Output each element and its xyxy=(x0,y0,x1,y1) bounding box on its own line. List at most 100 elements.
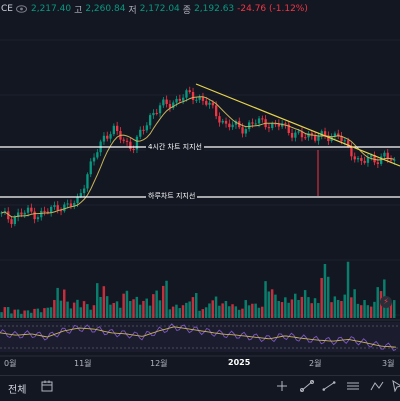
open-value: 2,217.40 xyxy=(30,4,72,14)
volume-bar xyxy=(122,293,125,318)
candle xyxy=(307,133,310,138)
volume-bar xyxy=(36,308,40,318)
candle xyxy=(56,205,59,211)
volume-bar xyxy=(191,297,195,318)
volume-bar xyxy=(327,276,330,318)
volume-bar xyxy=(270,289,274,318)
volume-bar xyxy=(287,302,290,318)
candle xyxy=(261,118,264,120)
candle xyxy=(155,112,158,114)
candle xyxy=(66,203,69,205)
cursor-tool-icon[interactable] xyxy=(390,379,400,394)
candle xyxy=(181,97,185,101)
x-axis-label: 3월 xyxy=(382,359,395,368)
rsi-band xyxy=(0,322,400,352)
eye-icon[interactable] xyxy=(16,4,28,14)
volume-bar xyxy=(92,305,96,318)
volume-bar xyxy=(214,296,218,318)
volume-bar xyxy=(277,300,280,318)
volume-bar xyxy=(13,309,16,318)
candle xyxy=(304,137,307,139)
trend-tool-icon[interactable] xyxy=(322,380,336,394)
ohlc-header: CE 2,217.40 고 2,260.84 저 2,172.04 종 2,19… xyxy=(0,0,400,18)
candle xyxy=(129,141,132,150)
volume-bar xyxy=(330,302,333,318)
volume-bar xyxy=(218,305,221,318)
volume-bar xyxy=(72,302,76,318)
high-key: 고 xyxy=(74,5,83,16)
candle xyxy=(267,127,271,129)
candle xyxy=(231,124,234,128)
volume-bar xyxy=(6,307,10,318)
fib-tool-icon[interactable] xyxy=(346,380,360,394)
volume-bar xyxy=(142,300,145,318)
candle xyxy=(125,140,129,142)
volume-bar xyxy=(69,308,73,318)
range-all-button[interactable]: 전체 xyxy=(8,381,26,396)
candle xyxy=(241,127,244,134)
volume-bar xyxy=(231,304,234,318)
candle xyxy=(211,102,215,106)
volume-bar xyxy=(294,293,297,318)
volume-bar xyxy=(168,309,172,318)
volume-bar xyxy=(264,281,267,318)
support-daily-label[interactable]: 하루차트 지지선 xyxy=(146,191,198,201)
trend-tool-icon[interactable] xyxy=(300,380,314,394)
candle xyxy=(297,131,300,133)
candle xyxy=(284,123,287,125)
volume-bar xyxy=(99,296,102,318)
support-4h-label[interactable]: 4시간 차트 지지선 xyxy=(146,142,204,152)
candle xyxy=(13,217,17,225)
candle xyxy=(148,115,152,126)
volume-bar xyxy=(185,302,188,318)
candle xyxy=(290,133,294,138)
candle xyxy=(49,206,53,213)
volume-bar xyxy=(336,299,340,318)
pattern-tool-icon[interactable] xyxy=(370,380,384,394)
volume-bar xyxy=(340,301,343,318)
volume-bar xyxy=(234,306,238,318)
volume-bar xyxy=(356,303,360,318)
volume-bar xyxy=(310,303,313,318)
candle xyxy=(317,136,320,141)
candle xyxy=(343,140,347,142)
candle xyxy=(89,161,92,175)
candle xyxy=(79,193,83,197)
volume-bar xyxy=(333,296,337,318)
volume-bar xyxy=(30,312,33,318)
volume-bar xyxy=(317,303,320,318)
symbol-label[interactable]: CE xyxy=(1,4,13,14)
candle xyxy=(294,132,297,138)
volume-bar xyxy=(353,289,356,318)
candle xyxy=(205,100,208,105)
candle xyxy=(115,125,119,132)
volume-bar xyxy=(138,304,142,318)
candle xyxy=(40,210,43,218)
volume-bar xyxy=(16,309,20,318)
x-axis-label: 2025 xyxy=(228,358,251,367)
candle xyxy=(221,120,224,123)
volume-bar xyxy=(26,310,30,318)
volume-bar xyxy=(53,300,56,318)
candle xyxy=(350,146,353,157)
candle xyxy=(247,122,251,130)
candle xyxy=(139,129,142,137)
candle xyxy=(33,211,36,220)
measure-icon[interactable] xyxy=(275,380,289,394)
candle xyxy=(69,203,73,207)
volume-bar xyxy=(247,305,251,318)
volume-bar xyxy=(20,313,23,318)
volume-bar xyxy=(181,305,185,318)
calendar-range-icon[interactable] xyxy=(40,380,54,394)
volume-bar xyxy=(284,297,287,318)
volume-bar xyxy=(257,307,261,318)
volume-bar xyxy=(165,280,168,318)
candle xyxy=(132,149,135,151)
volume-bar xyxy=(171,306,175,318)
bolt-icon[interactable]: ⚡ xyxy=(380,296,392,308)
candle xyxy=(10,219,13,225)
candle xyxy=(389,159,393,161)
candle xyxy=(195,99,198,101)
volume-bar xyxy=(96,283,99,318)
price-chart[interactable] xyxy=(0,0,400,400)
